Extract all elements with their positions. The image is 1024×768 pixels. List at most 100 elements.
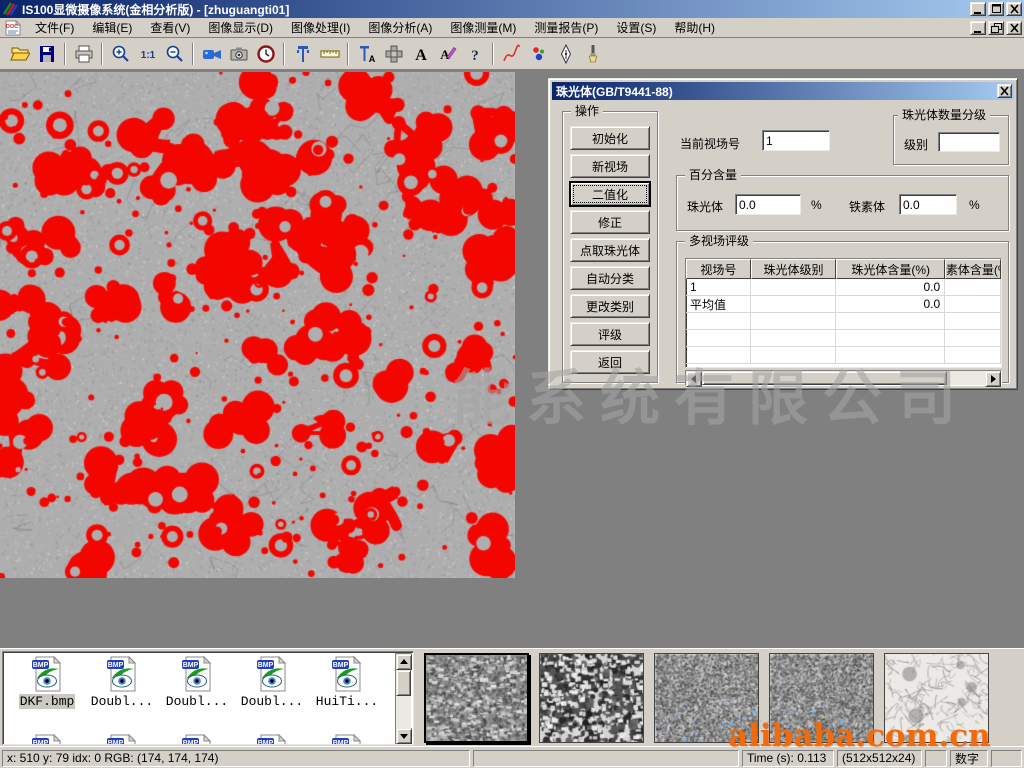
file-item[interactable]: BMP <box>86 734 158 745</box>
menu-image-measure[interactable]: 图像测量(M) <box>441 17 525 38</box>
scroll-down-button[interactable] <box>396 728 412 744</box>
bmp-file-icon: BMP <box>31 734 63 745</box>
file-name[interactable]: Doubl... <box>165 694 229 709</box>
caliper-icon[interactable] <box>289 41 316 67</box>
svg-text:BMP: BMP <box>108 662 124 669</box>
init-button[interactable]: 初始化 <box>570 126 650 150</box>
menu-image-display[interactable]: 图像显示(D) <box>199 17 282 38</box>
menu-image-process[interactable]: 图像处理(I) <box>282 17 359 38</box>
save-icon[interactable] <box>33 41 60 67</box>
ferrite-percent-input[interactable] <box>899 194 957 215</box>
scroll-left-button[interactable] <box>686 371 702 387</box>
file-item[interactable]: BMP Doubl... <box>236 656 308 709</box>
table-row[interactable] <box>686 347 1001 364</box>
current-field-input[interactable] <box>762 130 830 151</box>
brush-tool-icon[interactable] <box>579 41 606 67</box>
col-ferrite-content: 铁素体含量(%) <box>945 259 1001 279</box>
return-button[interactable]: 返回 <box>570 350 650 374</box>
rate-button[interactable]: 评级 <box>570 322 650 346</box>
scroll-thumb[interactable] <box>396 670 411 696</box>
file-name[interactable]: Doubl... <box>90 694 154 709</box>
file-item[interactable]: BMP <box>11 734 83 745</box>
file-name[interactable]: HuiTi... <box>315 694 379 709</box>
thumbnail-image[interactable] <box>539 653 644 743</box>
bmp-file-icon: BMP <box>181 656 213 692</box>
cell <box>945 313 1001 329</box>
actual-size-icon[interactable]: 1:1 <box>134 41 161 67</box>
menu-file[interactable]: 文件(F) <box>26 17 83 38</box>
camera-icon[interactable] <box>225 41 252 67</box>
dialog-titlebar[interactable]: 珠光体(GB/T9441-88) <box>552 82 1014 100</box>
curve-tool-icon[interactable] <box>498 41 525 67</box>
pick-pearlite-button[interactable]: 点取珠光体 <box>570 238 650 262</box>
rating-table[interactable]: 视场号 珠光体级别 珠光体含量(%) 铁素体含量(%) 1 0.0 平均值 0.… <box>685 258 1002 368</box>
file-name[interactable]: DKF.bmp <box>19 694 76 709</box>
auto-classify-button[interactable]: 自动分类 <box>570 266 650 290</box>
video-capture-icon[interactable] <box>198 41 225 67</box>
scroll-up-button[interactable] <box>396 654 412 670</box>
svg-text:A: A <box>368 54 375 64</box>
mdi-restore-button[interactable] <box>988 21 1004 35</box>
table-row[interactable] <box>686 330 1001 347</box>
change-class-button[interactable]: 更改类别 <box>570 294 650 318</box>
text-edit-icon[interactable]: A <box>434 41 461 67</box>
text-label-icon[interactable]: A <box>407 41 434 67</box>
maximize-button[interactable] <box>988 2 1004 16</box>
close-button[interactable] <box>1006 2 1022 16</box>
file-item[interactable]: BMP <box>161 734 233 745</box>
menu-edit[interactable]: 编辑(E) <box>83 17 141 38</box>
thumbnail-image[interactable] <box>654 653 759 743</box>
thumbnail-image[interactable] <box>424 653 529 743</box>
dialog-close-button[interactable] <box>997 84 1012 98</box>
mdi-minimize-button[interactable] <box>970 21 986 35</box>
table-row[interactable] <box>686 313 1001 330</box>
cell: 1 <box>686 279 751 295</box>
file-list-scrollbar[interactable] <box>395 653 412 745</box>
zoom-out-icon[interactable] <box>161 41 188 67</box>
open-icon[interactable] <box>6 41 33 67</box>
particle-tool-icon[interactable] <box>525 41 552 67</box>
ruler-icon[interactable] <box>316 41 343 67</box>
file-item[interactable]: BMP Doubl... <box>86 656 158 709</box>
menu-image-analysis[interactable]: 图像分析(A) <box>359 17 441 38</box>
file-name[interactable]: Doubl... <box>240 694 304 709</box>
table-hscrollbar[interactable] <box>685 370 1002 386</box>
scroll-thumb[interactable] <box>702 371 947 385</box>
file-item[interactable]: BMP <box>236 734 308 745</box>
new-field-button[interactable]: 新视场 <box>570 154 650 178</box>
document-icon: DOC <box>4 20 22 36</box>
thumbnail-image[interactable] <box>769 653 874 743</box>
print-icon[interactable] <box>70 41 97 67</box>
scroll-right-button[interactable] <box>985 371 1001 387</box>
pearlite-percent-input[interactable] <box>735 194 801 215</box>
toolbar-separator <box>192 43 194 65</box>
pen-tool-icon[interactable] <box>552 41 579 67</box>
binarize-button[interactable]: 二值化 <box>570 182 650 206</box>
grade-input[interactable] <box>938 132 1000 152</box>
thumbnail-image[interactable] <box>884 653 989 743</box>
menu-help[interactable]: 帮助(H) <box>665 17 724 38</box>
col-pearlite-grade: 珠光体级别 <box>751 259 836 279</box>
minimize-button[interactable] <box>970 2 986 16</box>
file-list[interactable]: BMP DKF.bmp BMP Doubl... BMP Doubl... BM… <box>2 651 414 745</box>
clock-icon[interactable] <box>252 41 279 67</box>
file-item[interactable]: BMP DKF.bmp <box>11 656 83 709</box>
toolbar: 1:1AAA? <box>0 38 1024 70</box>
file-item[interactable]: BMP <box>311 734 383 745</box>
file-item[interactable]: BMP HuiTi... <box>311 656 383 709</box>
correct-button[interactable]: 修正 <box>570 210 650 234</box>
menu-measure-report[interactable]: 测量报告(P) <box>525 17 607 38</box>
zoom-in-icon[interactable] <box>107 41 134 67</box>
mdi-close-button[interactable] <box>1006 21 1022 35</box>
table-row[interactable]: 1 0.0 <box>686 279 1001 296</box>
menu-view[interactable]: 查看(V) <box>141 17 199 38</box>
menu-settings[interactable]: 设置(S) <box>607 17 665 38</box>
grade-label: 级别 <box>904 136 928 153</box>
table-row[interactable]: 平均值 0.0 <box>686 296 1001 313</box>
metallographic-image-canvas[interactable] <box>0 72 515 578</box>
help-icon[interactable]: ? <box>461 41 488 67</box>
rating-group: 多视场评级 视场号 珠光体级别 珠光体含量(%) 铁素体含量(%) 1 0.0 … <box>676 241 1009 383</box>
measure-text-icon[interactable]: A <box>353 41 380 67</box>
grid-move-icon[interactable] <box>380 41 407 67</box>
file-item[interactable]: BMP Doubl... <box>161 656 233 709</box>
